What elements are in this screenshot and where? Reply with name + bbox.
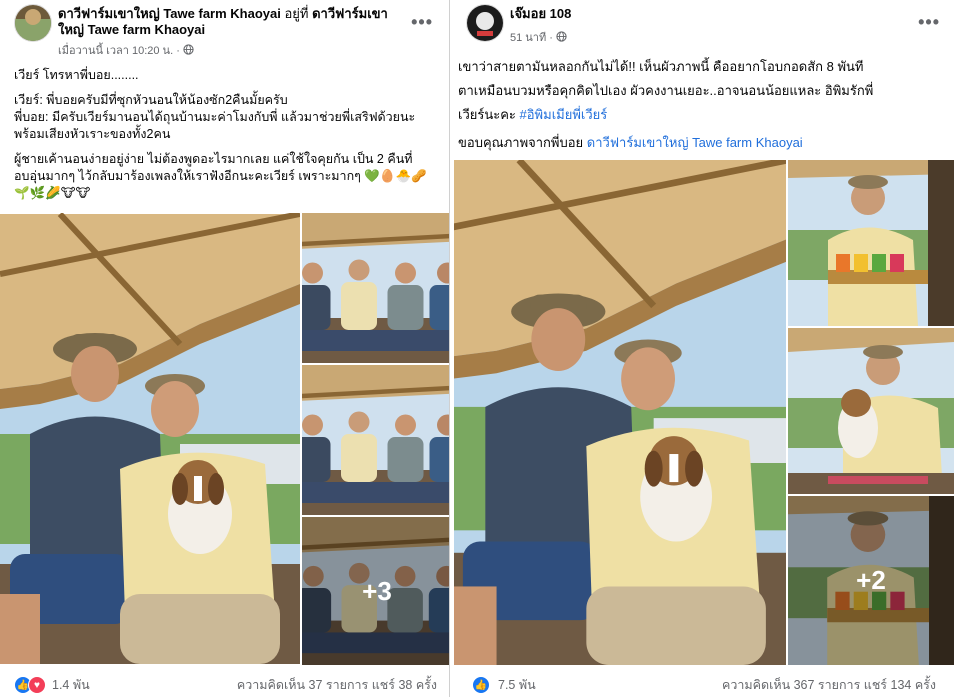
- text-line: อบอุ่นมากๆ ไว้กลับมาร้องเพลงให้เราฟังอีก…: [14, 169, 427, 183]
- text-spacer: [14, 84, 444, 92]
- post-photo-thumb[interactable]: [788, 160, 954, 326]
- post-header: เจ๊มอย 108 51 นาที · •••: [466, 4, 946, 60]
- post-footer: 👍 7.5 พัน ความคิดเห็น 367 รายการ แชร์ 13…: [452, 669, 956, 697]
- text-line: เวียร์นะคะ #อิพิมเมียพี่เวียร์: [458, 103, 948, 127]
- place-name-cont[interactable]: ใหญ่ Tawe farm Khaoyai: [58, 22, 205, 37]
- text-line-part: เวียร์นะคะ: [458, 107, 520, 122]
- post-photo-main[interactable]: [0, 213, 300, 665]
- text-line: เวียร์ โทรหาพี่บอย........: [14, 68, 139, 82]
- at-label: อยู่ที่: [284, 6, 309, 21]
- post-meta: 51 นาที ·: [510, 28, 567, 46]
- post-card-2: เจ๊มอย 108 51 นาที · ••• เขาว่าสายตามันห…: [452, 0, 956, 697]
- reaction-count: 1.4 พัน: [52, 678, 90, 692]
- love-reaction-icon: ♥: [28, 676, 46, 694]
- more-options-icon[interactable]: •••: [411, 12, 433, 33]
- hashtag-link[interactable]: #อิพิมเมียพี่เวียร์: [520, 107, 608, 122]
- more-options-icon[interactable]: •••: [918, 12, 940, 33]
- post-text: เขาว่าสายตามันหลอกกันไม่ได้!! เห็นผัวภาพ…: [458, 55, 948, 155]
- credit-line: ขอบคุณภาพจากพี่บอย ดาวีฟาร์มเขาใหญ่ Tawe…: [458, 131, 948, 155]
- place-name[interactable]: ดาวีฟาร์มเขา: [312, 6, 388, 21]
- text-line: พร้อมเสียงหัวเราะของทั้ง2คน: [14, 127, 171, 141]
- post-time[interactable]: 51 นาที: [510, 32, 546, 44]
- post-photo-thumb-more[interactable]: +3: [302, 517, 449, 665]
- post-photo-thumb[interactable]: [302, 213, 450, 363]
- post-time[interactable]: เมื่อวานนี้ เวลา 10:20 น.: [58, 45, 173, 57]
- post-header: ดาวีฟาร์มเขาใหญ่ Tawe farm Khaoyai อยู่ท…: [14, 4, 439, 60]
- post-photo-main[interactable]: [454, 160, 786, 665]
- text-line: เขาว่าสายตามันหลอกกันไม่ได้!! เห็นผัวภาพ…: [458, 59, 864, 74]
- post-author-line: ดาวีฟาร์มเขาใหญ่ Tawe farm Khaoyai อยู่ท…: [58, 6, 418, 38]
- post-card-1: ดาวีฟาร์มเขาใหญ่ Tawe farm Khaoyai อยู่ท…: [0, 0, 450, 697]
- globe-icon: [556, 31, 567, 42]
- author-name[interactable]: เจ๊มอย 108: [510, 6, 571, 22]
- more-photos-count[interactable]: +2: [788, 496, 954, 665]
- credit-page-link[interactable]: ดาวีฟาร์มเขาใหญ่ Tawe farm Khaoyai: [587, 135, 803, 150]
- post-photo-thumb[interactable]: [788, 328, 954, 494]
- credit-prefix: ขอบคุณภาพจากพี่บอย: [458, 135, 587, 150]
- more-photos-count[interactable]: +3: [302, 517, 449, 665]
- user-avatar[interactable]: [466, 4, 504, 42]
- text-line: ผู้ชายเค้านอนง่ายอยู่ง่าย ไม่ต้องพูดอะไร…: [14, 152, 413, 166]
- text-line: ตาเหมือนบวมหรือคุกคิดไปเอง ผัวคงงานเยอะ.…: [458, 83, 874, 98]
- reactions-summary[interactable]: 👍 7.5 พัน: [472, 675, 536, 695]
- like-reaction-icon: 👍: [472, 676, 490, 694]
- post-photo-thumb[interactable]: [302, 365, 450, 515]
- page-avatar[interactable]: [14, 4, 52, 42]
- post-text: เวียร์ โทรหาพี่บอย........ เวียร์: พี่บอ…: [14, 67, 444, 202]
- text-line: พี่บอย: มีครับเวียร์มานอนได้ถุนบ้านมะค่า…: [14, 110, 416, 124]
- reactions-summary[interactable]: 👍 ♥ 1.4 พัน: [14, 675, 90, 695]
- text-spacer: [14, 143, 444, 151]
- comment-share-stats[interactable]: ความคิดเห็น 37 รายการ แชร์ 38 ครั้ง: [237, 675, 437, 695]
- globe-icon: [183, 44, 194, 55]
- post-photo-thumb-more[interactable]: +2: [788, 496, 954, 665]
- text-line: เวียร์: พี่บอยครับมีที่ซุกหัวนอนให้น้องซ…: [14, 93, 288, 107]
- author-name[interactable]: ดาวีฟาร์มเขาใหญ่ Tawe farm Khaoyai: [58, 6, 281, 21]
- post-footer: 👍 ♥ 1.4 พัน ความคิดเห็น 37 รายการ แชร์ 3…: [0, 669, 449, 697]
- text-line: 🌱🌿🌽🐮🐮: [14, 186, 91, 200]
- reaction-count: 7.5 พัน: [498, 678, 536, 692]
- comment-share-stats[interactable]: ความคิดเห็น 367 รายการ แชร์ 134 ครั้ง: [722, 675, 936, 695]
- post-meta: เมื่อวานนี้ เวลา 10:20 น. ·: [58, 41, 194, 59]
